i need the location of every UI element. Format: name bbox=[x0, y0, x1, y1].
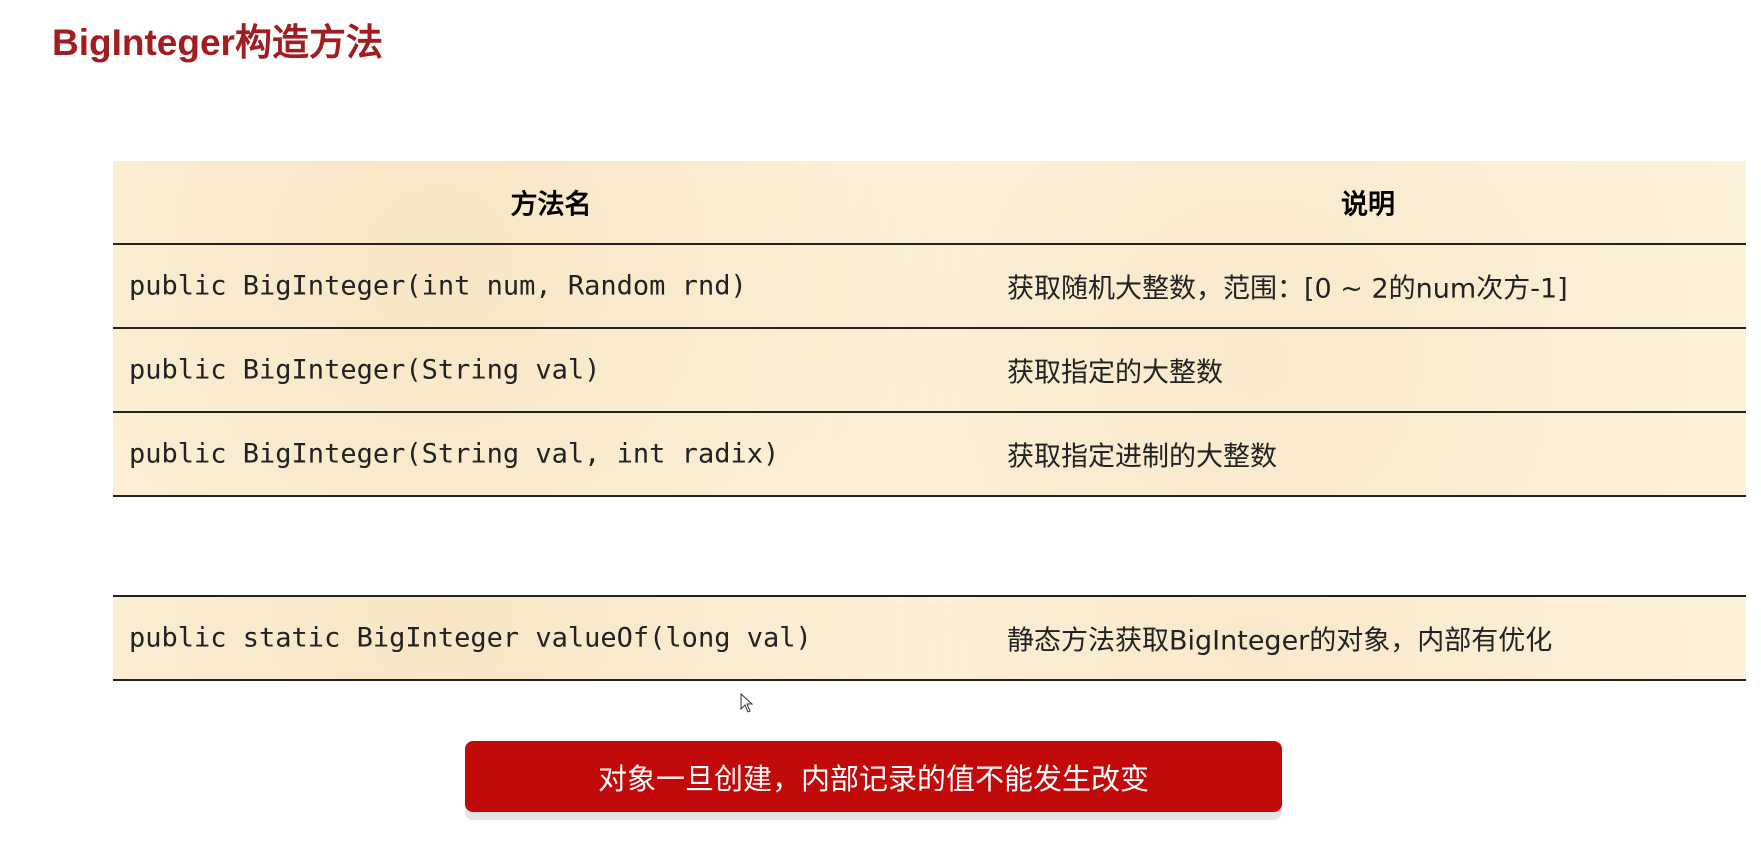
table-row: public BigInteger(String val, int radix)… bbox=[113, 413, 1746, 497]
table-row: public static BigInteger valueOf(long va… bbox=[113, 597, 1746, 681]
constructor-table: 方法名 说明 public BigInteger(int num, Random… bbox=[113, 161, 1746, 497]
description-cell: 静态方法获取BigInteger的对象，内部有优化 bbox=[1007, 625, 1553, 657]
description-cell: 获取指定的大整数 bbox=[1007, 357, 1223, 389]
description-cell: 获取随机大整数，范围：[0 ~ 2的num次方-1] bbox=[1007, 273, 1568, 305]
table-row: public BigInteger(int num, Random rnd) 获… bbox=[113, 245, 1746, 329]
immutability-note-banner: 对象一旦创建，内部记录的值不能发生改变 bbox=[465, 741, 1282, 812]
table-row: public BigInteger(String val) 获取指定的大整数 bbox=[113, 329, 1746, 413]
table-header: 方法名 说明 bbox=[113, 161, 1746, 245]
mouse-cursor-icon bbox=[740, 693, 754, 713]
description-cell: 获取指定进制的大整数 bbox=[1007, 441, 1277, 473]
valueof-table: public static BigInteger valueOf(long va… bbox=[113, 595, 1746, 681]
page-title: BigInteger构造方法 bbox=[52, 22, 383, 63]
method-cell: public BigInteger(int num, Random rnd) bbox=[129, 270, 747, 302]
method-cell: public BigInteger(String val) bbox=[129, 354, 601, 386]
header-description: 说明 bbox=[1341, 189, 1395, 221]
method-cell: public BigInteger(String val, int radix) bbox=[129, 438, 780, 470]
method-cell: public static BigInteger valueOf(long va… bbox=[129, 622, 812, 654]
header-method-name: 方法名 bbox=[510, 189, 592, 221]
